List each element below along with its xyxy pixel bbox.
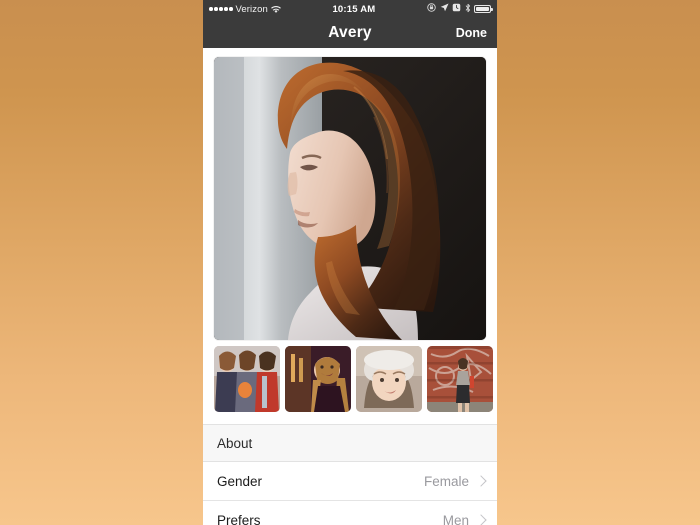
wifi-icon: [270, 5, 281, 13]
status-bar: Verizon 10:15 AM: [203, 0, 497, 18]
about-section-header: About: [203, 424, 497, 462]
list-item-label: Prefers: [217, 512, 261, 525]
battery-icon: [474, 5, 493, 13]
status-bar-right: [427, 3, 493, 16]
carrier-label: Verizon: [235, 3, 268, 15]
list-item-gender[interactable]: Gender Female: [203, 462, 497, 501]
rotation-lock-icon: [427, 3, 436, 15]
thumbnail-photo-3[interactable]: [356, 346, 422, 412]
thumbnail-photo-4[interactable]: [427, 346, 493, 412]
chevron-right-icon: [475, 514, 487, 525]
clock-label: 10:15 AM: [332, 3, 376, 15]
chevron-right-icon: [475, 475, 487, 487]
signal-strength-icon: [209, 7, 233, 11]
page-title: Avery: [328, 24, 372, 41]
alarm-clock-icon: [452, 3, 461, 15]
photo-thumbnail-strip: [203, 340, 497, 424]
bluetooth-icon: [465, 3, 471, 16]
profile-photo-main[interactable]: [214, 57, 486, 340]
thumbnail-photo-1[interactable]: [214, 346, 280, 412]
main-photo-container: [203, 48, 497, 340]
list-item-label: Gender: [217, 473, 263, 489]
phone-screen: Verizon 10:15 AM Avery Done About Gender…: [203, 0, 497, 525]
navigation-bar: Avery Done: [203, 18, 497, 48]
list-item-value: Men: [442, 512, 469, 525]
status-bar-left: Verizon: [209, 4, 281, 15]
list-item-prefers[interactable]: Prefers Men: [203, 501, 497, 525]
done-button[interactable]: Done: [456, 26, 487, 40]
thumbnail-photo-2[interactable]: [285, 346, 351, 412]
location-arrow-icon: [440, 3, 449, 15]
list-item-value: Female: [423, 473, 469, 489]
